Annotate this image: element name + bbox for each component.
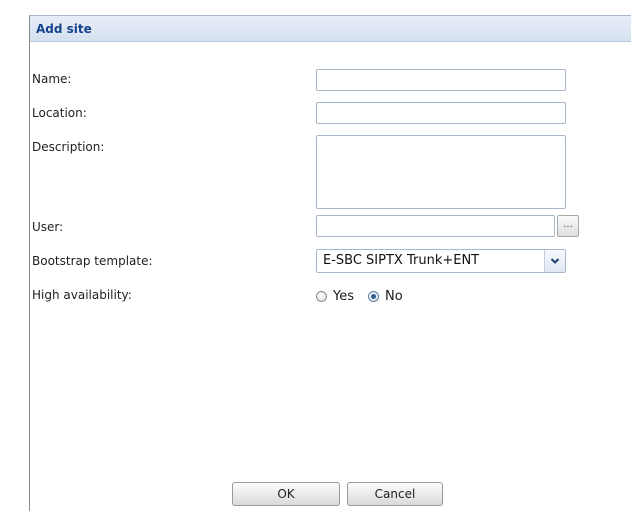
ha-no-label: No <box>385 288 403 304</box>
bootstrap-template-value: E-SBC SIPTX Trunk+ENT <box>323 253 480 268</box>
user-field[interactable] <box>316 215 555 237</box>
user-label: User: <box>32 220 64 234</box>
location-field[interactable] <box>316 102 566 124</box>
ha-yes-radio[interactable]: Yes <box>316 289 354 304</box>
bootstrap-template-label: Bootstrap template: <box>32 254 153 268</box>
high-availability-label: High availability: <box>32 288 132 302</box>
cancel-button[interactable]: Cancel <box>347 482 443 506</box>
radio-checked-icon <box>368 290 379 302</box>
dialog-title: Add site <box>36 21 92 36</box>
name-label: Name: <box>32 72 72 86</box>
ha-no-radio[interactable]: No <box>368 289 403 304</box>
user-browse-button[interactable]: ... <box>557 215 579 237</box>
description-label: Description: <box>32 140 105 154</box>
radio-dot-icon <box>371 293 376 299</box>
name-field[interactable] <box>316 69 566 91</box>
ok-button[interactable]: OK <box>232 482 340 506</box>
bootstrap-template-select[interactable]: E-SBC SIPTX Trunk+ENT <box>316 249 566 273</box>
high-availability-radio-group: Yes No <box>316 287 403 305</box>
dialog-titlebar: Add site <box>30 16 631 42</box>
description-field[interactable] <box>316 135 566 209</box>
radio-unchecked-icon <box>316 290 327 302</box>
chevron-down-icon[interactable] <box>544 250 565 272</box>
location-label: Location: <box>32 106 87 120</box>
ha-yes-label: Yes <box>333 288 354 304</box>
